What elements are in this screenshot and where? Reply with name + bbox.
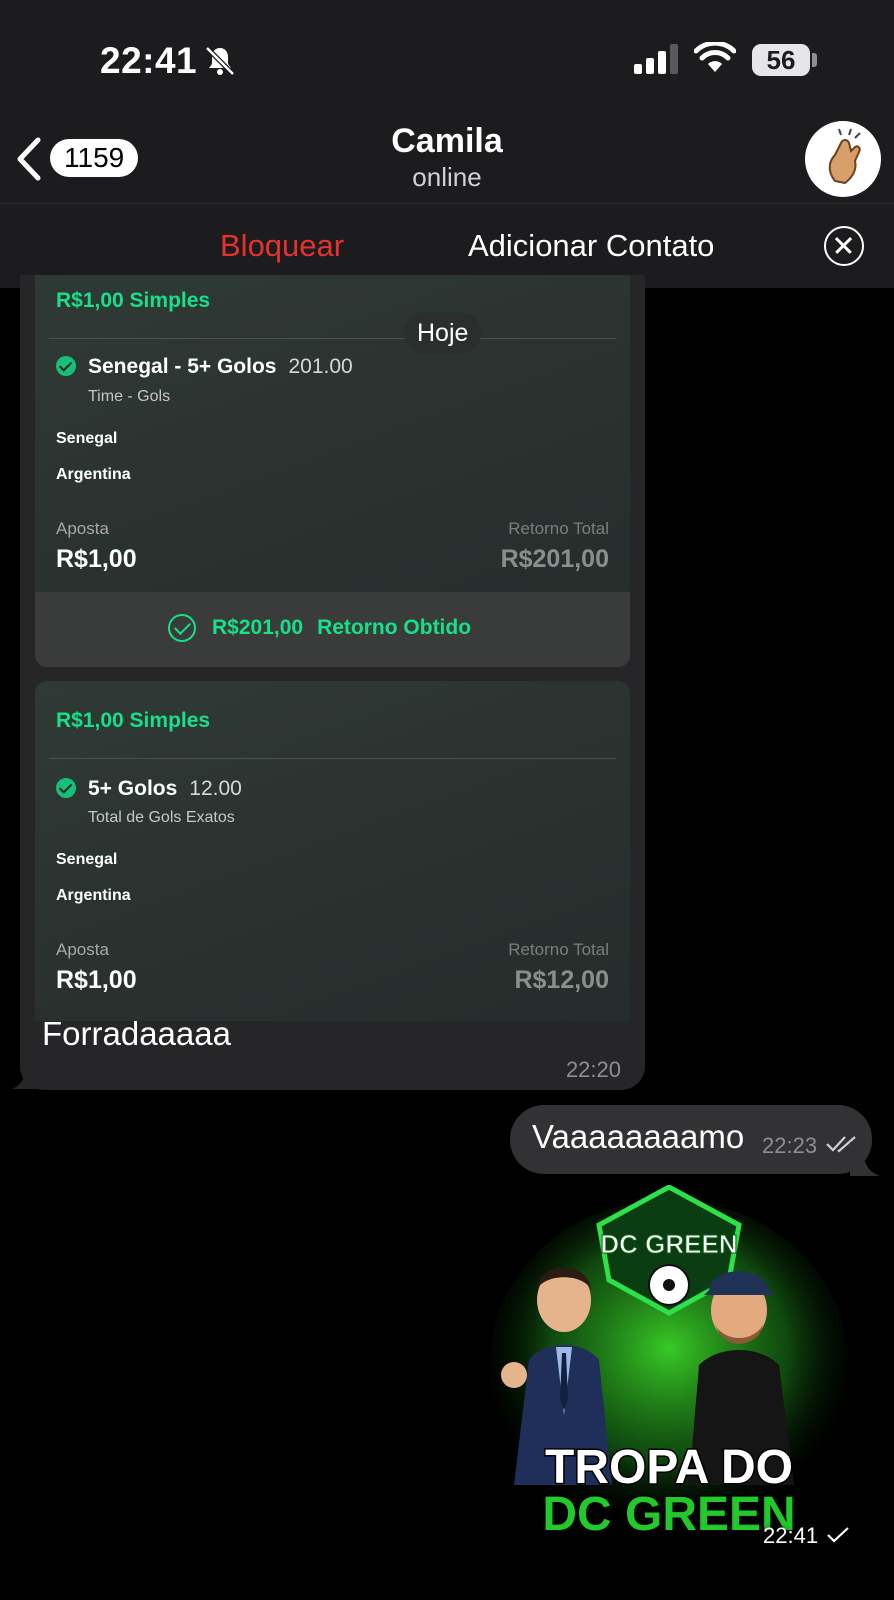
- total-return-label: Retorno Total: [508, 940, 609, 959]
- status-bar: 22:41 56: [0, 0, 894, 120]
- close-icon[interactable]: [824, 226, 864, 266]
- sticker-line2: DC GREEN: [542, 1488, 795, 1541]
- selection-name: 5+ Golos 12.00: [88, 777, 242, 801]
- battery-tip: [812, 53, 817, 67]
- block-button[interactable]: Bloquear: [220, 228, 344, 264]
- checkmark-icon: [56, 356, 76, 376]
- battery-indicator: 56: [752, 44, 810, 76]
- checkmark-icon: [56, 778, 76, 798]
- team-home: Senegal: [56, 851, 118, 868]
- add-contact-button[interactable]: Adicionar Contato: [468, 228, 714, 264]
- divider: [49, 338, 616, 339]
- total-return-label: Retorno Total: [508, 519, 609, 538]
- selection-odds: 201.00: [288, 355, 353, 378]
- battery-level: 56: [766, 45, 796, 75]
- date-separator: Hoje: [404, 312, 482, 354]
- message-text: Vaaaaaaaamo: [532, 1118, 745, 1155]
- check-icon: [827, 1527, 849, 1543]
- bet-title: R$1,00 Simples: [56, 289, 211, 312]
- stake-value: R$1,00: [56, 545, 137, 573]
- team-home: Senegal: [56, 430, 118, 447]
- result-label: Retorno Obtido: [317, 616, 472, 639]
- message-time: 22:20: [565, 1057, 621, 1082]
- status-time: 22:41: [100, 40, 198, 81]
- team-away: Argentina: [56, 466, 131, 483]
- selection-market: Time - Gols: [88, 388, 171, 405]
- incoming-message-bubble[interactable]: R$1,00 Simples Senegal - 5+ Golos 201.00 …: [20, 275, 645, 1090]
- result-bar: R$201,00 Retorno Obtido: [35, 592, 630, 667]
- check-circle-icon: [168, 614, 196, 642]
- total-return-value: R$201,00: [500, 545, 609, 573]
- sticker-line1: TROPA DO: [545, 1441, 793, 1494]
- team-away: Argentina: [56, 887, 131, 904]
- selection-label: 5+ Golos: [88, 777, 178, 800]
- message-text: Forradaaaaa: [42, 1015, 231, 1052]
- outgoing-message-bubble[interactable]: Vaaaaaaaamo 22:23: [510, 1105, 872, 1174]
- chat-header: 1159 Camila online: [0, 120, 894, 204]
- bet-slip-card: R$1,00 Simples 5+ Golos 12.00 Total de Go…: [35, 681, 630, 1021]
- pinched-fingers-icon: [828, 128, 861, 185]
- wifi-icon: [694, 42, 736, 72]
- cellular-signal-icon: [634, 44, 678, 74]
- contact-name[interactable]: Camila: [0, 122, 894, 161]
- stake-value: R$1,00: [56, 966, 137, 994]
- message-time: 22:23: [762, 1133, 818, 1158]
- bet-slip-card: R$1,00 Simples Senegal - 5+ Golos 201.00 …: [35, 275, 630, 667]
- selection-market: Total de Gols Exatos: [88, 809, 235, 826]
- total-return-value: R$12,00: [514, 966, 609, 994]
- result-amount: R$201,00: [212, 616, 304, 639]
- badge-text: DC GREEN: [600, 1229, 737, 1259]
- contact-status: online: [412, 162, 482, 192]
- message-time: 22:41: [763, 1523, 819, 1548]
- selection-odds: 12.00: [189, 777, 242, 800]
- result-text: R$201,00 Retorno Obtido: [212, 616, 471, 640]
- stake-label: Aposta: [56, 940, 109, 959]
- stake-label: Aposta: [56, 519, 109, 538]
- bubble-tail: [850, 1142, 880, 1176]
- bet-title: R$1,00 Simples: [56, 709, 211, 732]
- selection-label: Senegal - 5+ Golos: [88, 355, 277, 378]
- bell-slash-icon: [205, 46, 235, 76]
- bubble-tail: [12, 1055, 38, 1089]
- sticker-image[interactable]: DC GREEN TROPA DO DC GREEN: [484, 1185, 854, 1570]
- avatar[interactable]: [805, 121, 881, 197]
- selection-name: Senegal - 5+ Golos 201.00: [88, 355, 353, 379]
- divider: [49, 758, 616, 759]
